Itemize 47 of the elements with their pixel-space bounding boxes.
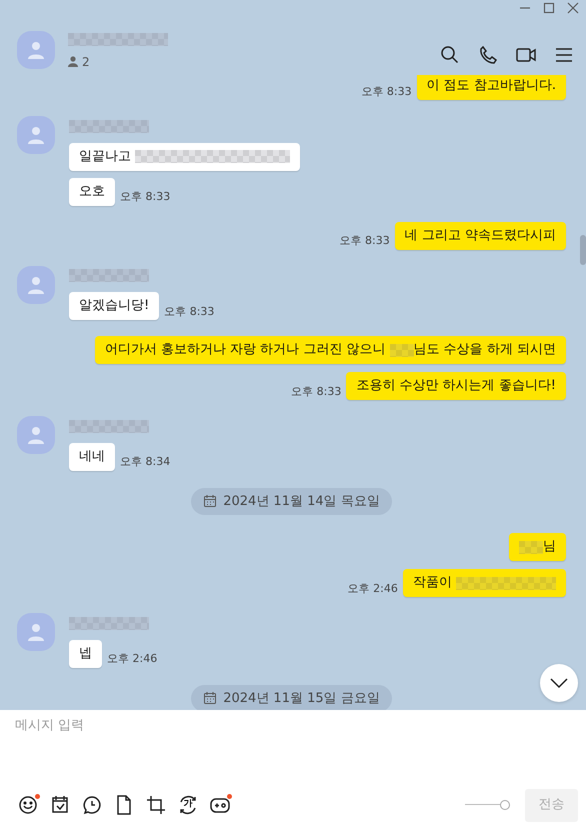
slider-thumb[interactable] bbox=[500, 800, 510, 810]
message-time: 오후 8:33 bbox=[361, 84, 412, 100]
message-bubble: 네네 bbox=[69, 442, 115, 470]
message-time: 오후 8:33 bbox=[340, 233, 390, 249]
message-bubble: 님 bbox=[509, 533, 566, 561]
date-text: 2024년 11월 14일 목요일 bbox=[223, 492, 380, 510]
person-icon bbox=[26, 274, 46, 294]
message-bubble: 일끝나고 bbox=[69, 142, 300, 170]
person-icon bbox=[26, 125, 46, 145]
message-bubble: 네 그리고 약속드렸다시피 bbox=[394, 222, 566, 250]
calendar-icon bbox=[203, 494, 218, 508]
message-time: 오후 8:34 bbox=[120, 454, 170, 470]
emoticon-icon bbox=[17, 794, 39, 816]
scrollbar-thumb[interactable] bbox=[580, 235, 586, 265]
search-icon[interactable] bbox=[440, 45, 460, 66]
message-bubble: 알겠습니당! bbox=[69, 292, 160, 320]
message-bubble: 어디가서 홍보하거나 자랑 하거나 그러진 않으니 님도 수상을 하게 되시면 bbox=[94, 336, 566, 364]
member-count: 2 bbox=[82, 54, 90, 70]
crop-icon bbox=[145, 794, 167, 816]
message-bubble: 작품이 bbox=[402, 569, 566, 597]
translate-label: 가 bbox=[184, 798, 192, 811]
translate-button[interactable]: 가 bbox=[172, 791, 204, 819]
person-icon bbox=[26, 425, 46, 445]
message-bubble: 이 점도 참고바랍니다. bbox=[416, 75, 566, 100]
message-time: 오후 2:46 bbox=[107, 651, 158, 667]
member-icon bbox=[68, 56, 78, 67]
message-bubble: 넵 bbox=[69, 640, 102, 668]
person-icon bbox=[26, 622, 46, 642]
message-time: 오후 2:46 bbox=[348, 580, 398, 596]
message-time: 오후 8:33 bbox=[164, 304, 214, 320]
message-time: 오후 8:33 bbox=[291, 384, 342, 400]
calendar-icon bbox=[203, 691, 218, 706]
message-input[interactable]: 메시지 입력 bbox=[0, 710, 586, 788]
message-bubble: 조용히 수상만 하시는게 좋습니다! bbox=[346, 372, 566, 400]
message-bubble: 오호 bbox=[69, 178, 115, 206]
scroll-down-button[interactable] bbox=[540, 664, 578, 702]
clock-bubble-icon bbox=[81, 794, 103, 816]
close-icon[interactable] bbox=[566, 1, 580, 15]
chevron-down-icon bbox=[549, 677, 569, 689]
redaction-mosaic bbox=[390, 344, 414, 356]
maximize-icon[interactable] bbox=[542, 1, 556, 15]
font-size-slider[interactable] bbox=[465, 800, 511, 810]
message-time: 오후 8:33 bbox=[120, 189, 170, 205]
date-text: 2024년 11월 15일 금요일 bbox=[223, 690, 380, 708]
person-icon bbox=[26, 40, 46, 60]
redaction-mosaic bbox=[519, 540, 543, 554]
phone-icon[interactable] bbox=[478, 45, 498, 66]
